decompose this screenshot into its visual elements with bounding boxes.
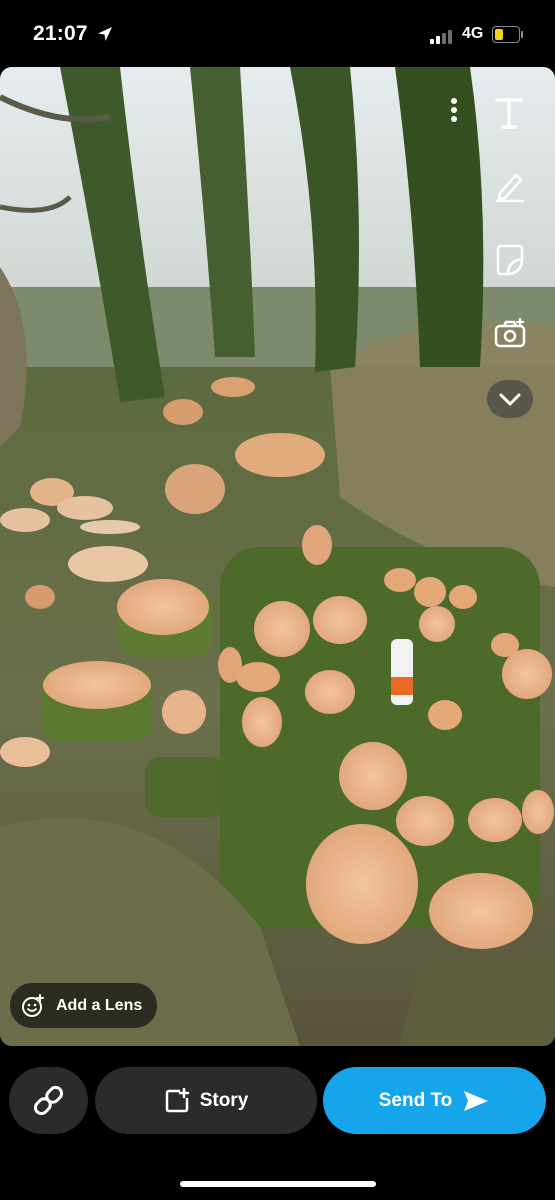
send-arrow-icon <box>464 1090 489 1111</box>
story-label: Story <box>199 1089 249 1111</box>
home-indicator <box>180 1181 376 1187</box>
snap-photo <box>0 67 555 1046</box>
add-lens-label: Add a Lens <box>56 996 143 1014</box>
network-type: 4G <box>462 25 484 42</box>
send-to-label: Send To <box>378 1089 453 1111</box>
add-story-icon <box>165 1087 189 1112</box>
sticker-icon[interactable] <box>494 243 526 277</box>
chevron-down-icon[interactable] <box>487 380 533 418</box>
battery-icon <box>492 26 523 43</box>
signal-icon <box>430 28 456 44</box>
send-to-button[interactable]: Send To <box>323 1067 546 1134</box>
more-icon[interactable] <box>444 96 464 126</box>
text-icon[interactable] <box>494 96 524 130</box>
location-arrow-icon <box>98 27 112 41</box>
lens-smile-icon <box>22 993 44 1017</box>
link-button[interactable] <box>9 1067 88 1134</box>
add-lens-button[interactable]: Add a Lens <box>10 983 157 1028</box>
clock-time: 21:07 <box>33 22 88 45</box>
pencil-icon[interactable] <box>494 169 526 203</box>
bottom-action-bar: Story Send To <box>0 1046 555 1200</box>
status-bar: 21:07 4G <box>0 0 555 66</box>
story-button[interactable]: Story <box>95 1067 317 1134</box>
camera-swap-icon[interactable] <box>493 318 527 350</box>
link-icon <box>33 1085 64 1116</box>
photo-image <box>0 67 555 1046</box>
